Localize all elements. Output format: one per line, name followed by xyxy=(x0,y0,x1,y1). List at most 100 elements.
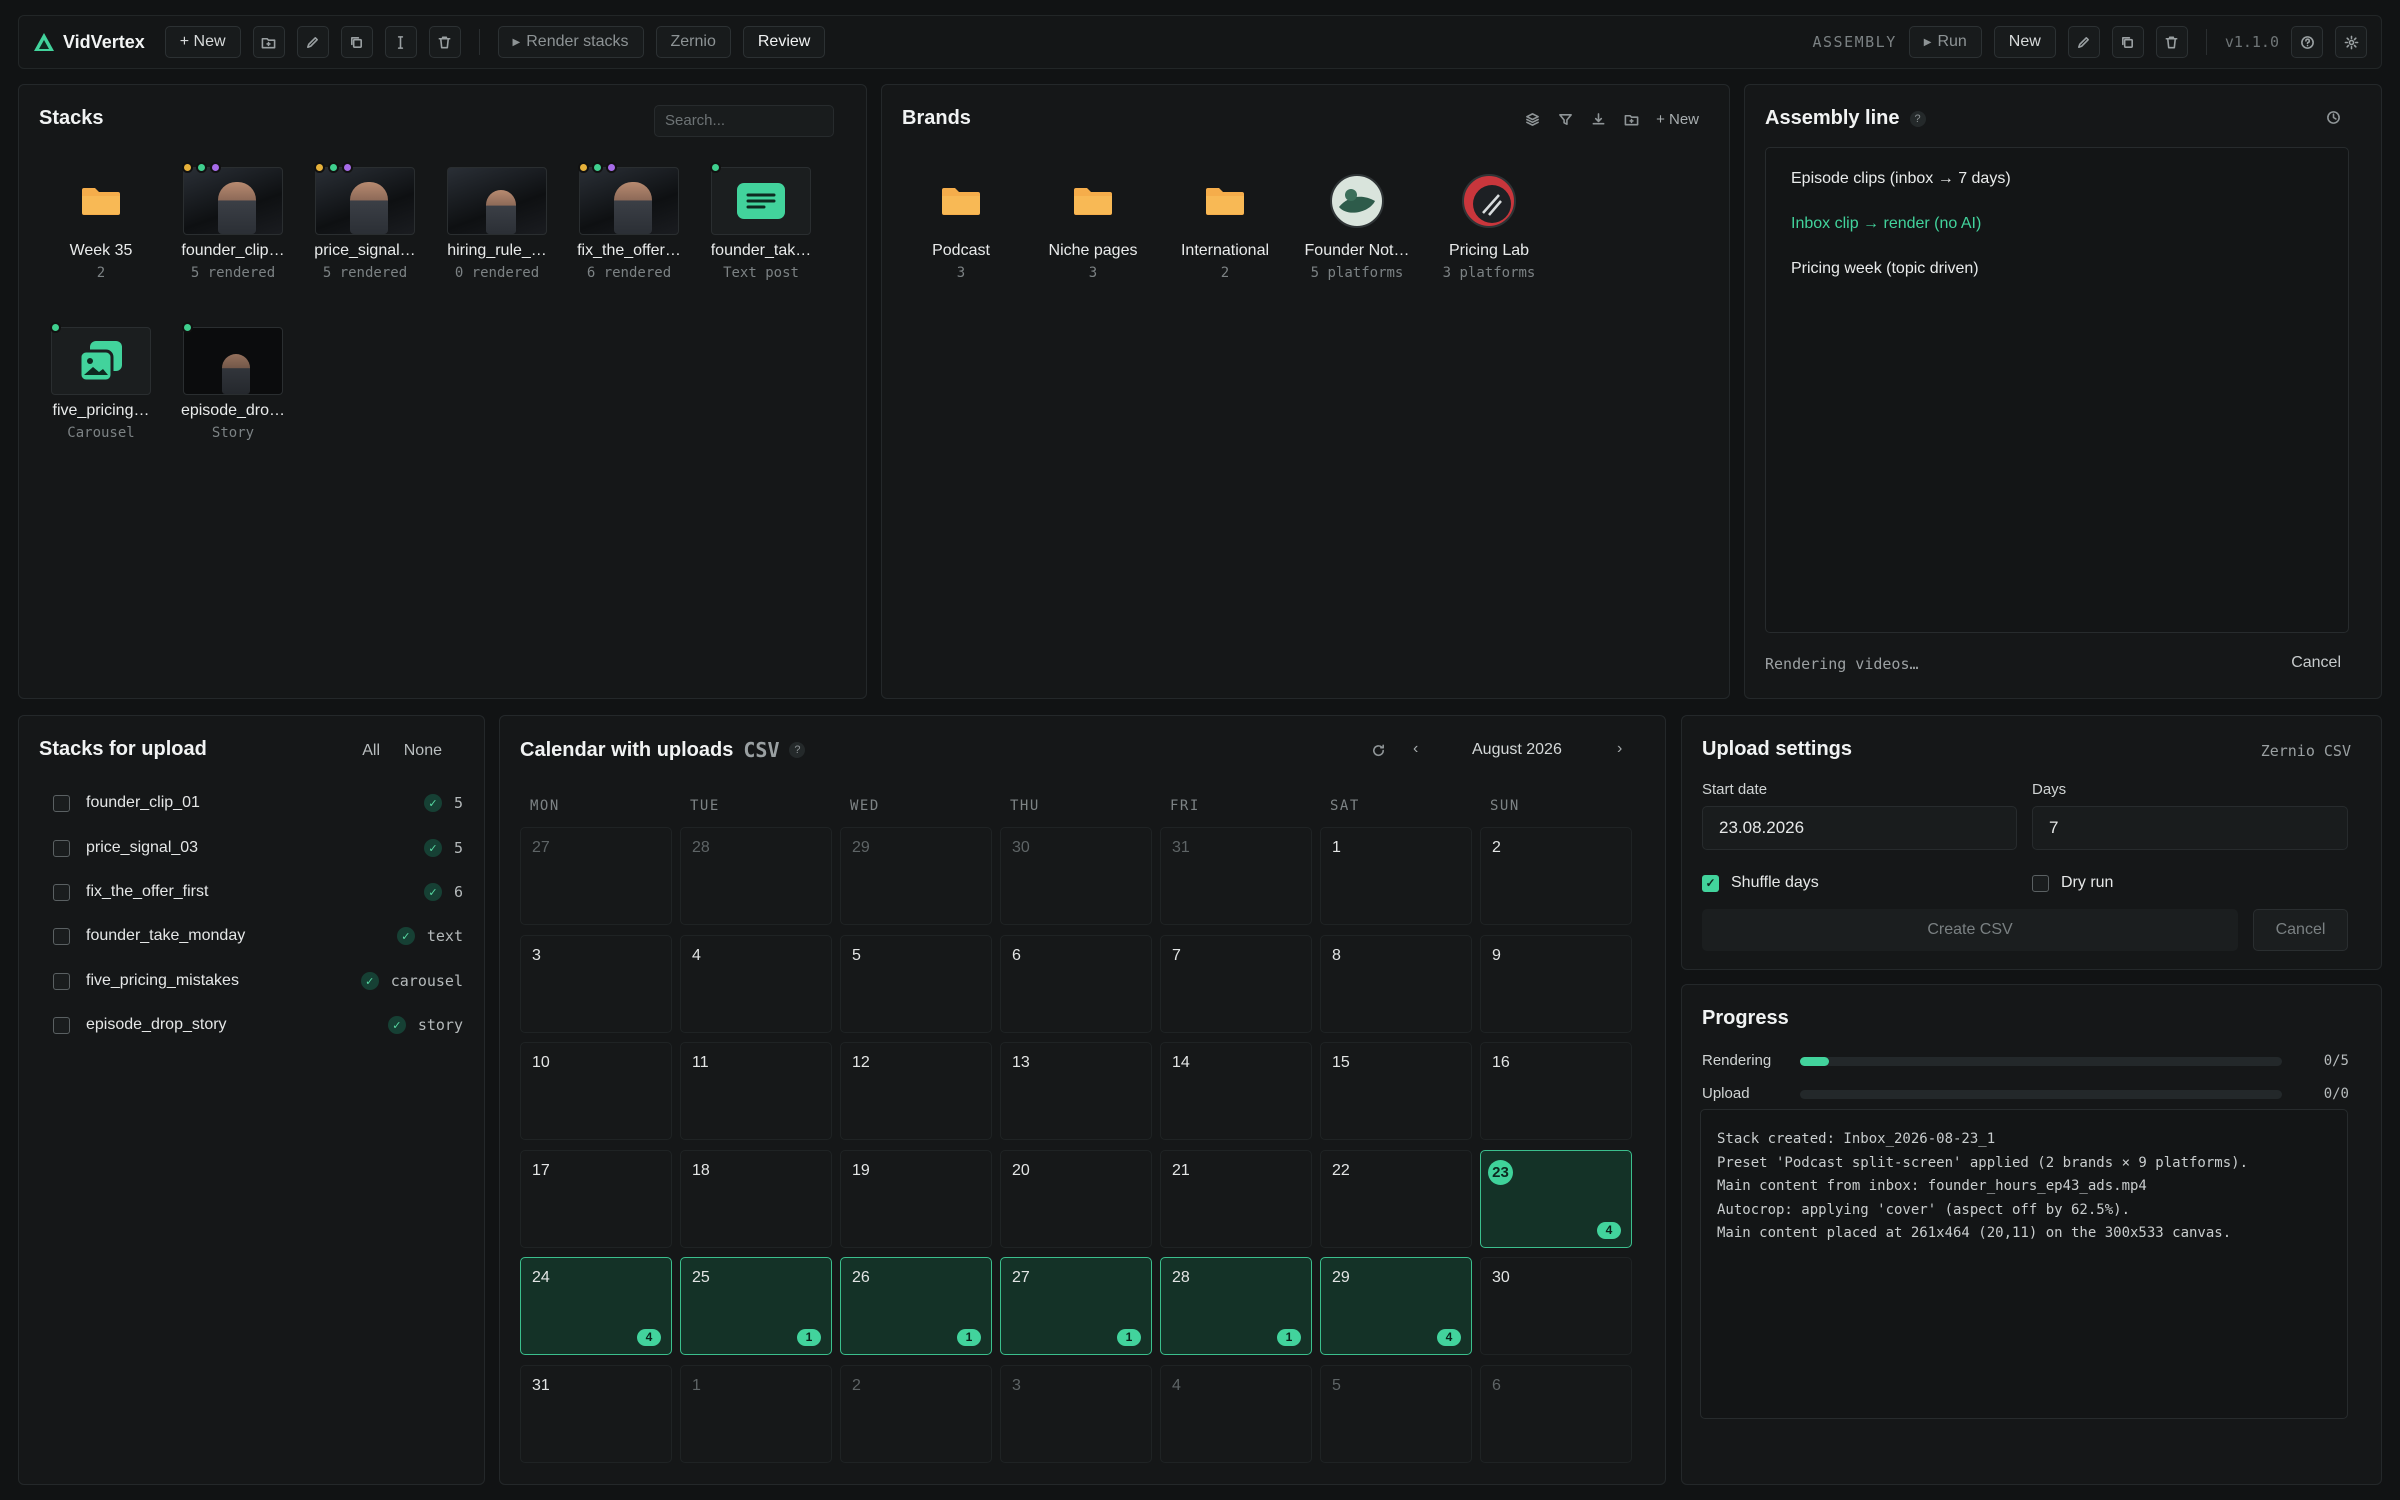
calendar-day[interactable]: 31 xyxy=(520,1364,672,1463)
download-button[interactable] xyxy=(1586,107,1610,131)
upload-row[interactable]: founder_clip_01 ✓ 5 xyxy=(53,788,463,818)
create-csv-button[interactable]: Create CSV xyxy=(1702,909,2238,951)
assembly-cancel-button[interactable]: Cancel xyxy=(2291,654,2341,672)
stack-item-fix-the-offer[interactable]: fix_the_offer… 6 rendered xyxy=(563,162,695,281)
copy-assembly-button[interactable] xyxy=(2111,26,2144,58)
assembly-item[interactable]: Pricing week (topic driven) xyxy=(1791,260,1979,278)
new-brand-button[interactable]: + New xyxy=(1656,111,1699,128)
upload-checkbox[interactable] xyxy=(53,1016,70,1034)
calendar-day[interactable]: 28 1 xyxy=(1160,1257,1312,1355)
text-cursor-button[interactable] xyxy=(384,26,417,58)
calendar-day[interactable]: 10 xyxy=(520,1042,672,1140)
calendar-day[interactable]: 30 xyxy=(1000,827,1152,925)
calendar-day[interactable]: 12 xyxy=(840,1042,992,1140)
calendar-day[interactable]: 5 xyxy=(1320,1364,1472,1463)
calendar-day[interactable]: 29 4 xyxy=(1320,1257,1472,1355)
calendar-day[interactable]: 20 xyxy=(1000,1149,1152,1248)
calendar-day[interactable]: 2 xyxy=(840,1364,992,1463)
upload-checkbox[interactable] xyxy=(53,883,70,901)
calendar-day[interactable]: 13 xyxy=(1000,1042,1152,1140)
upload-checkbox[interactable] xyxy=(53,927,70,945)
shuffle-checkbox[interactable]: ✓ xyxy=(1702,874,1719,892)
calendar-day[interactable]: 6 xyxy=(1480,1364,1632,1463)
delete-button[interactable] xyxy=(428,26,461,58)
stack-item-founder-take[interactable]: founder_tak… Text post xyxy=(695,162,827,281)
upload-row[interactable]: founder_take_monday ✓ text xyxy=(53,921,463,951)
filter-button[interactable] xyxy=(1553,107,1577,131)
calendar-day[interactable]: 18 xyxy=(680,1149,832,1248)
review-button[interactable]: Review xyxy=(742,26,826,58)
stack-item-five-pricing[interactable]: five_pricing… Carousel xyxy=(35,322,167,441)
calendar-day[interactable]: 9 xyxy=(1480,934,1632,1033)
new-folder-button[interactable] xyxy=(1619,107,1643,131)
calendar-day[interactable]: 24 4 xyxy=(520,1257,672,1355)
calendar-day[interactable]: 1 xyxy=(680,1364,832,1463)
calendar-day[interactable]: 6 xyxy=(1000,934,1152,1033)
help-icon[interactable]: ? xyxy=(1909,110,1926,127)
stack-item-price-signal[interactable]: price_signal… 5 rendered xyxy=(299,162,431,281)
layers-button[interactable] xyxy=(1520,107,1544,131)
assembly-item-active[interactable]: Inbox clip → render (no AI) xyxy=(1791,215,1981,233)
calendar-day[interactable]: 31 xyxy=(1160,827,1312,925)
shuffle-days-toggle[interactable]: ✓ Shuffle days xyxy=(1702,874,1819,892)
calendar-day[interactable]: 14 xyxy=(1160,1042,1312,1140)
upload-row[interactable]: episode_drop_story ✓ story xyxy=(53,1010,463,1040)
stack-item-week-35[interactable]: Week 35 2 xyxy=(35,167,167,281)
new-folder-button[interactable] xyxy=(252,26,285,58)
stack-item-episode-drop[interactable]: episode_dro… Story xyxy=(167,322,299,441)
calendar-day[interactable]: 27 xyxy=(520,827,672,925)
delete-assembly-button[interactable] xyxy=(2155,26,2188,58)
calendar-day[interactable]: 3 xyxy=(520,934,672,1033)
calendar-day[interactable]: 15 xyxy=(1320,1042,1472,1140)
help-button[interactable] xyxy=(2291,26,2323,58)
calendar-day[interactable]: 4 xyxy=(680,934,832,1033)
edit-assembly-button[interactable] xyxy=(2067,26,2100,58)
upload-checkbox[interactable] xyxy=(53,972,70,990)
calendar-day[interactable]: 28 xyxy=(680,827,832,925)
calendar-day[interactable]: 2 xyxy=(1480,827,1632,925)
upload-row[interactable]: fix_the_offer_first ✓ 6 xyxy=(53,877,463,907)
calendar-day[interactable]: 25 1 xyxy=(680,1257,832,1355)
calendar-day[interactable]: 8 xyxy=(1320,934,1472,1033)
calendar-day[interactable]: 4 xyxy=(1160,1364,1312,1463)
calendar-day[interactable]: 26 1 xyxy=(840,1257,992,1355)
brand-item-niche-pages[interactable]: Niche pages 3 xyxy=(1027,167,1159,281)
upload-checkbox[interactable] xyxy=(53,794,70,812)
stack-item-hiring-rule[interactable]: hiring_rule_… 0 rendered xyxy=(431,167,563,281)
upload-row[interactable]: price_signal_03 ✓ 5 xyxy=(53,833,463,863)
dry-run-checkbox[interactable] xyxy=(2032,874,2049,892)
prev-month-button[interactable]: ‹ xyxy=(1413,740,1418,758)
refresh-button[interactable] xyxy=(1366,738,1390,762)
zernio-button[interactable]: Zernio xyxy=(655,26,731,58)
brand-item-podcast[interactable]: Podcast 3 xyxy=(895,167,1027,281)
render-stacks-button[interactable]: ▶ Render stacks xyxy=(497,26,644,58)
calendar-day[interactable]: 17 xyxy=(520,1149,672,1248)
settings-cancel-button[interactable]: Cancel xyxy=(2253,909,2348,951)
stack-item-founder-clip[interactable]: founder_clip… 5 rendered xyxy=(167,162,299,281)
calendar-day[interactable]: 21 xyxy=(1160,1149,1312,1248)
rename-button[interactable] xyxy=(296,26,329,58)
new-assembly-button[interactable]: New xyxy=(1993,26,2056,58)
days-field[interactable]: 7 xyxy=(2032,806,2348,850)
new-button[interactable]: + New xyxy=(164,26,241,58)
dry-run-toggle[interactable]: Dry run xyxy=(2032,874,2113,892)
calendar-day[interactable]: 29 xyxy=(840,827,992,925)
run-button[interactable]: ▶ Run xyxy=(1908,26,1982,58)
duplicate-button[interactable] xyxy=(340,26,373,58)
brand-item-founder-notes[interactable]: Founder Not… 5 platforms xyxy=(1291,167,1423,281)
brand-item-international[interactable]: International 2 xyxy=(1159,167,1291,281)
calendar-day[interactable]: 3 xyxy=(1000,1364,1152,1463)
calendar-day[interactable]: 23 4 xyxy=(1480,1149,1632,1248)
start-date-field[interactable]: 23.08.2026 xyxy=(1702,806,2017,850)
assembly-item[interactable]: Episode clips (inbox → 7 days) xyxy=(1791,170,2011,188)
help-icon[interactable]: ? xyxy=(789,742,806,758)
history-button[interactable] xyxy=(2321,105,2345,129)
calendar-day[interactable]: 16 xyxy=(1480,1042,1632,1140)
upload-checkbox[interactable] xyxy=(53,839,70,857)
calendar-day[interactable]: 19 xyxy=(840,1149,992,1248)
calendar-day[interactable]: 27 1 xyxy=(1000,1257,1152,1355)
select-all-button[interactable]: All xyxy=(362,742,380,760)
brand-item-pricing-lab[interactable]: Pricing Lab 3 platforms xyxy=(1423,167,1555,281)
next-month-button[interactable]: › xyxy=(1617,740,1622,758)
calendar-day[interactable]: 7 xyxy=(1160,934,1312,1033)
